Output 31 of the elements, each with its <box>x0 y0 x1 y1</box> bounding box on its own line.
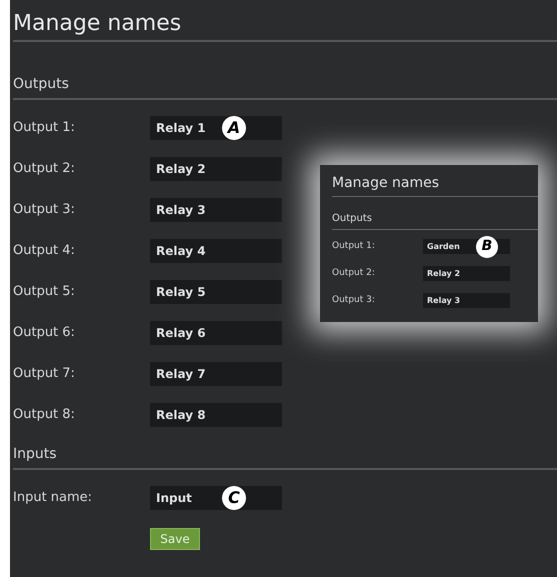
callout-marker: A <box>222 116 246 140</box>
name-field[interactable]: Relay 3 <box>150 198 282 222</box>
name-field[interactable]: Relay 2 <box>150 157 282 181</box>
name-field[interactable]: Input C <box>150 486 282 510</box>
section-heading: Outputs <box>13 75 70 94</box>
name-field[interactable]: Relay 7 <box>150 362 282 386</box>
inset-field-label: Output 1: <box>332 240 376 253</box>
field-label: Output 1: <box>13 119 76 138</box>
field-label: Output 5: <box>13 283 76 302</box>
name-field[interactable]: Relay 8 <box>150 403 282 427</box>
field-label: Output 7: <box>13 365 76 384</box>
inset-heading: Outputs <box>332 212 373 226</box>
name-field[interactable]: Relay 6 <box>150 321 282 345</box>
name-field[interactable]: Relay 1 A <box>150 116 282 140</box>
field-label: Output 6: <box>13 324 76 342</box>
callout-marker: B <box>476 236 498 258</box>
inset-title: Manage names <box>332 174 440 193</box>
page-title: Manage names <box>13 10 182 38</box>
name-field[interactable]: Relay 4 <box>150 239 282 263</box>
field-label: Input name: <box>13 489 94 508</box>
inset-field-label: Output 2: <box>332 266 376 280</box>
inset-field-label: Output 3: <box>332 294 376 307</box>
section-heading: Inputs <box>13 445 58 464</box>
inset-name-field: Relay 2 <box>423 266 510 281</box>
field-label: Output 3: <box>13 201 76 220</box>
field-label: Output 2: <box>13 160 76 178</box>
callout-marker: C <box>222 486 246 510</box>
inset-name-field: Relay 3 <box>423 293 510 308</box>
field-label: Output 4: <box>13 242 76 260</box>
field-label: Output 8: <box>13 406 76 424</box>
name-field[interactable]: Relay 5 <box>150 280 282 304</box>
